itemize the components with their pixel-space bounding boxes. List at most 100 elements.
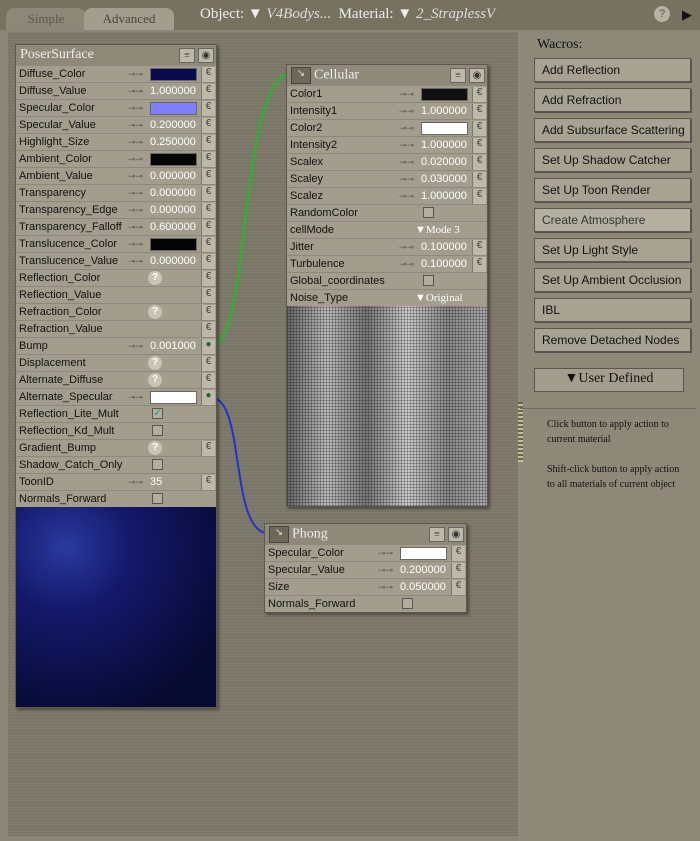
node-input-row[interactable]: Translucence_Color ⊸⊸ €	[16, 235, 216, 252]
node-input-row[interactable]: Transparency_Edge ⊸⊸ 0.000000 €	[16, 201, 216, 218]
help-icon[interactable]: ?	[148, 356, 162, 370]
plug-icon[interactable]: €	[451, 580, 465, 595]
plug-icon[interactable]: €	[201, 288, 215, 303]
node-input-row[interactable]: Specular_Color ⊸⊸ €	[265, 544, 466, 561]
link-icon[interactable]: ⊸⊸	[399, 157, 414, 168]
node-input-row[interactable]: Normals_Forward	[16, 490, 216, 507]
dropdown[interactable]: ▼Mode 3	[415, 224, 460, 236]
color-swatch[interactable]	[400, 547, 447, 560]
value-field[interactable]: 0.000000	[150, 204, 196, 216]
node-input-row[interactable]: Gradient_Bump? €	[16, 439, 216, 456]
dropdown[interactable]: ▼Original	[415, 292, 463, 304]
plug-icon[interactable]: €	[201, 67, 215, 82]
node-input-row[interactable]: Scalez ⊸⊸ 1.000000 €	[287, 187, 487, 204]
options-icon[interactable]: ≡	[429, 527, 445, 542]
value-field[interactable]: 1.000000	[150, 85, 196, 97]
plug-icon[interactable]: €	[472, 155, 486, 170]
value-field[interactable]: 0.100000	[421, 241, 467, 253]
link-icon[interactable]: ⊸⊸	[128, 137, 143, 148]
wacro-button[interactable]: Set Up Ambient Occlusion	[534, 268, 691, 292]
color-swatch[interactable]	[421, 88, 468, 101]
color-swatch[interactable]	[150, 102, 197, 115]
plug-icon[interactable]: €	[472, 121, 486, 136]
plug-icon[interactable]: €	[201, 84, 215, 99]
plug-icon[interactable]: €	[472, 172, 486, 187]
value-field[interactable]: 1.000000	[421, 139, 467, 151]
value-field[interactable]: 0.030000	[421, 173, 467, 185]
plug-icon[interactable]: €	[201, 441, 215, 456]
link-icon[interactable]: ⊸⊸	[378, 582, 393, 593]
link-icon[interactable]: ⊸⊸	[128, 188, 143, 199]
link-icon[interactable]: ⊸⊸	[399, 174, 414, 185]
wacro-button[interactable]: Create Atmosphere	[534, 208, 691, 232]
checkbox[interactable]	[152, 493, 163, 504]
link-icon[interactable]: ⊸⊸	[128, 392, 143, 403]
checkbox[interactable]: ✓	[152, 408, 163, 419]
link-icon[interactable]: ⊸⊸	[128, 69, 143, 80]
link-icon[interactable]: ⊸⊸	[128, 222, 143, 233]
link-icon[interactable]: ⊸⊸	[399, 123, 414, 134]
node-input-row[interactable]: Color2 ⊸⊸ €	[287, 119, 487, 136]
wacro-button[interactable]: Add Reflection	[534, 58, 691, 82]
plug-icon[interactable]: €	[201, 305, 215, 320]
wacro-button[interactable]: Set Up Toon Render	[534, 178, 691, 202]
wacro-button[interactable]: Add Refraction	[534, 88, 691, 112]
user-defined-dropdown[interactable]: ▼User Defined	[534, 368, 684, 392]
value-field[interactable]: 0.000000	[150, 255, 196, 267]
checkbox[interactable]	[423, 207, 434, 218]
link-icon[interactable]: ⊸⊸	[399, 191, 414, 202]
node-input-row[interactable]: Alternate_Diffuse? €	[16, 371, 216, 388]
plug-icon[interactable]: €	[201, 118, 215, 133]
plug-icon[interactable]: €	[472, 104, 486, 119]
plug-icon[interactable]: €	[472, 138, 486, 153]
checkbox[interactable]	[402, 598, 413, 609]
node-input-row[interactable]: Intensity1 ⊸⊸ 1.000000 €	[287, 102, 487, 119]
plug-icon[interactable]: ●	[201, 390, 215, 405]
plug-icon[interactable]: €	[201, 322, 215, 337]
node-input-row[interactable]: Diffuse_Color ⊸⊸ €	[16, 65, 216, 82]
node-cellular[interactable]: ↘ Cellular ≡ ◉ Color1 ⊸⊸ € Intensity1 ⊸⊸ 1.00000…	[286, 64, 488, 507]
color-swatch[interactable]	[150, 153, 197, 166]
node-input-row[interactable]: Translucence_Value ⊸⊸ 0.000000 €	[16, 252, 216, 269]
color-swatch[interactable]	[150, 68, 197, 81]
plug-icon[interactable]: €	[201, 356, 215, 371]
node-input-row[interactable]: Intensity2 ⊸⊸ 1.000000 €	[287, 136, 487, 153]
link-icon[interactable]: ⊸⊸	[128, 171, 143, 182]
help-icon[interactable]: ?	[148, 441, 162, 455]
node-input-row[interactable]: Jitter ⊸⊸ 0.100000 €	[287, 238, 487, 255]
value-field[interactable]: 1.000000	[421, 190, 467, 202]
link-icon[interactable]: ⊸⊸	[128, 154, 143, 165]
plug-icon[interactable]: €	[201, 373, 215, 388]
node-input-row[interactable]: Transparency ⊸⊸ 0.000000 €	[16, 184, 216, 201]
plug-icon[interactable]: €	[451, 546, 465, 561]
value-field[interactable]: 0.020000	[421, 156, 467, 168]
node-input-row[interactable]: ToonID ⊸⊸ 35 €	[16, 473, 216, 490]
node-input-row[interactable]: Displacement? €	[16, 354, 216, 371]
link-icon[interactable]: ⊸⊸	[399, 242, 414, 253]
node-input-row[interactable]: Highlight_Size ⊸⊸ 0.250000 €	[16, 133, 216, 150]
value-field[interactable]: 0.100000	[421, 258, 467, 270]
wacro-button[interactable]: Add Subsurface Scattering	[534, 118, 691, 142]
plug-icon[interactable]: €	[472, 240, 486, 255]
value-field[interactable]: 35	[150, 476, 162, 488]
node-input-row[interactable]: Transparency_Falloff ⊸⊸ 0.600000 €	[16, 218, 216, 235]
node-input-row[interactable]: Specular_Value ⊸⊸ 0.200000 €	[16, 116, 216, 133]
plug-icon[interactable]: €	[201, 220, 215, 235]
link-icon[interactable]: ⊸⊸	[399, 259, 414, 270]
node-input-row[interactable]: Refraction_Color? €	[16, 303, 216, 320]
node-input-row[interactable]: Refraction_Value €	[16, 320, 216, 337]
node-input-row[interactable]: Scalex ⊸⊸ 0.020000 €	[287, 153, 487, 170]
link-icon[interactable]: ⊸⊸	[128, 86, 143, 97]
node-input-row[interactable]: Scaley ⊸⊸ 0.030000 €	[287, 170, 487, 187]
link-icon[interactable]: ⊸⊸	[378, 565, 393, 576]
node-input-row[interactable]: cellMode ▼Mode 3	[287, 221, 487, 238]
node-poser-surface[interactable]: PoserSurface ≡ ◉ Diffuse_Color ⊸⊸ € Diffuse_V…	[15, 44, 217, 708]
color-swatch[interactable]	[150, 391, 197, 404]
node-input-row[interactable]: Reflection_Color? €	[16, 269, 216, 286]
node-input-row[interactable]: Shadow_Catch_Only	[16, 456, 216, 473]
checkbox[interactable]	[152, 425, 163, 436]
link-icon[interactable]: ⊸⊸	[128, 341, 143, 352]
node-input-row[interactable]: Reflection_Value €	[16, 286, 216, 303]
color-swatch[interactable]	[421, 122, 468, 135]
value-field[interactable]: 0.000000	[150, 170, 196, 182]
